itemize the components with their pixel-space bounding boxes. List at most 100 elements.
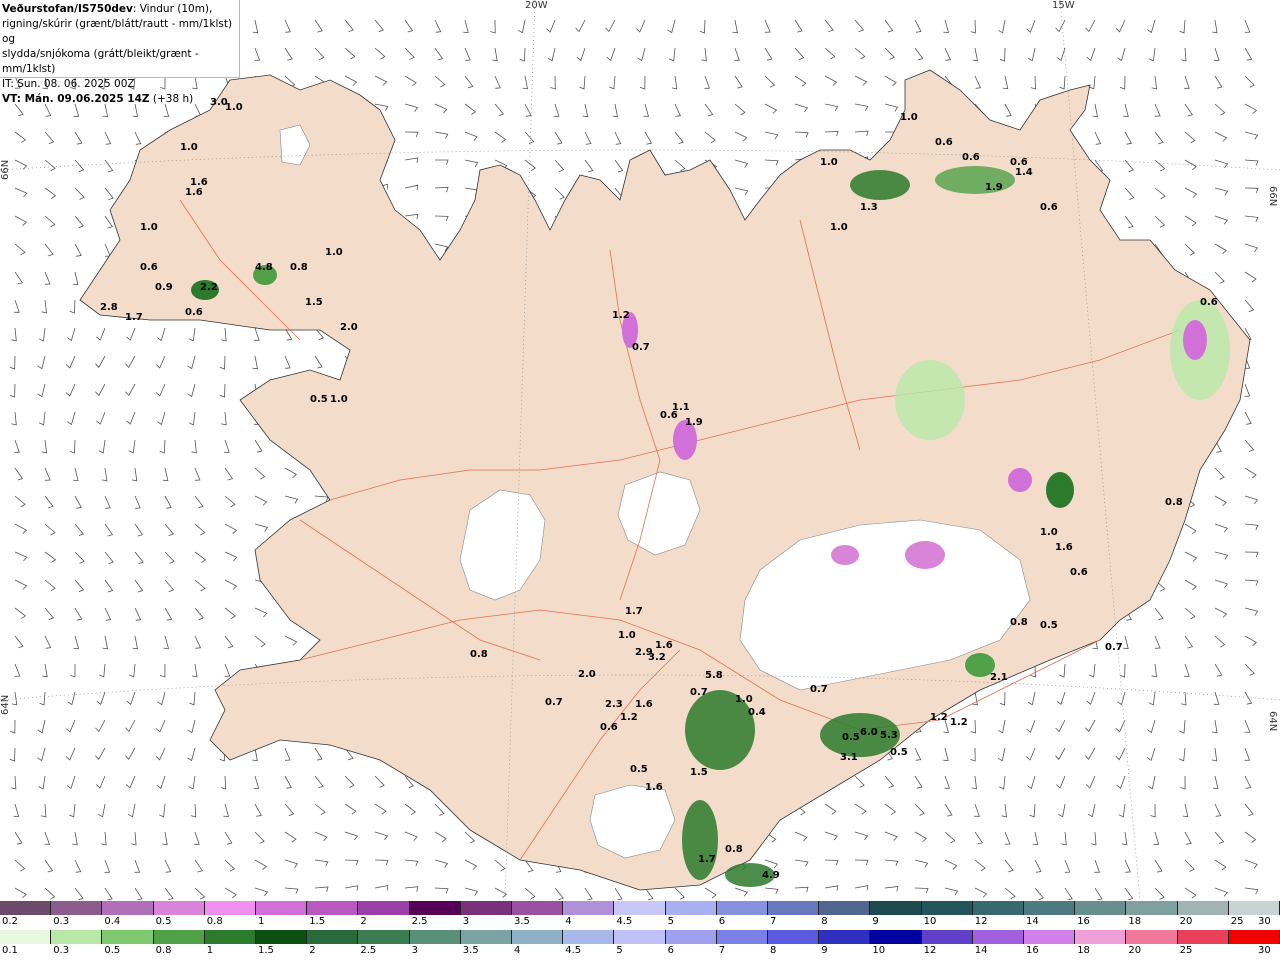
legend-label: 5 bbox=[667, 916, 674, 927]
precip-value-label: 1.0 bbox=[140, 222, 158, 233]
legend-snow-bar bbox=[0, 901, 1280, 915]
precip-value-label: 5.8 bbox=[705, 670, 723, 681]
legend-swatch bbox=[1177, 930, 1229, 944]
legend-swatch bbox=[1075, 901, 1127, 915]
legend-swatch bbox=[460, 901, 513, 915]
legend-label: 30 bbox=[1258, 945, 1271, 956]
init-time: IT: Sun. 08. 06. 2025 00Z bbox=[2, 78, 135, 90]
legend-swatch bbox=[358, 901, 410, 915]
precip-value-label: 2.2 bbox=[200, 282, 218, 293]
precip-value-label: 1.0 bbox=[330, 394, 348, 405]
precip-value-label: 0.8 bbox=[470, 649, 488, 660]
precip-value-label: 1.6 bbox=[185, 187, 203, 198]
lat-label-66n-right: 66N bbox=[1267, 186, 1278, 206]
legend-rain: 0.1 0.3 0.5 0.8 1 1.5 2 2.5 3 3.5 4 4.5 5 6 7 8 9 10 12 14 1… bbox=[0, 930, 1280, 960]
lat-label-64n-left: 64N bbox=[0, 695, 11, 715]
lat-label-64n-right: 64N bbox=[1267, 711, 1278, 731]
precip-value-label: 2.3 bbox=[605, 699, 623, 710]
valid-time: VT: Mán. 09.06.2025 14Z bbox=[2, 93, 150, 105]
legend-label: 0.4 bbox=[104, 916, 121, 927]
legend-label: 4 bbox=[514, 945, 521, 956]
legend-label: 0.3 bbox=[53, 945, 70, 956]
legend-swatch bbox=[716, 930, 769, 944]
precip-value-label: 1.2 bbox=[930, 712, 948, 723]
precip-value-label: 0.8 bbox=[1010, 617, 1028, 628]
precip-value-label: 1.0 bbox=[735, 694, 753, 705]
precip-value-label: 1.0 bbox=[830, 222, 848, 233]
legend-label: 1 bbox=[206, 945, 214, 956]
legend-swatch bbox=[409, 901, 461, 915]
legend-swatch bbox=[153, 930, 205, 944]
precip-value-label: 0.9 bbox=[155, 282, 173, 293]
precip-value-label: 1.0 bbox=[820, 157, 838, 168]
legend-swatch bbox=[1126, 901, 1178, 915]
forecast-hour: (+38 h) bbox=[149, 93, 194, 105]
legend-label: 8 bbox=[770, 945, 777, 956]
precip-value-label: 2.8 bbox=[100, 302, 118, 313]
precip-value-label: 0.8 bbox=[725, 844, 743, 855]
legend-swatch bbox=[1024, 901, 1076, 915]
lon-label-20w: 20W bbox=[525, 0, 548, 11]
legend-label: 0.5 bbox=[104, 945, 121, 956]
legend-rain-labels: 0.1 0.3 0.5 0.8 1 1.5 2 2.5 3 3.5 4 4.5 5 6 7 8 9 10 12 14 1… bbox=[0, 945, 1280, 959]
legend-swatch bbox=[614, 901, 666, 915]
legend-label: 2.5 bbox=[360, 945, 377, 956]
legend-label: 3 bbox=[411, 945, 418, 956]
legend-swatch bbox=[204, 930, 257, 944]
legend-swatch bbox=[153, 901, 205, 915]
precip-value-label: 1.5 bbox=[305, 297, 323, 308]
legend-label: 30 bbox=[1258, 916, 1271, 927]
legend-swatch bbox=[870, 901, 922, 915]
precip-value-label: 0.5 bbox=[1040, 620, 1058, 631]
legend-label: 0.2 bbox=[2, 916, 18, 927]
legend-label: 1.5 bbox=[258, 945, 274, 956]
legend-label: 6 bbox=[718, 916, 726, 927]
legend-swatch bbox=[512, 901, 564, 915]
legend-swatch bbox=[1177, 901, 1229, 915]
precip-value-label: 3.1 bbox=[840, 752, 858, 763]
legend-swatch bbox=[768, 930, 820, 944]
precip-value-label: 0.6 bbox=[600, 722, 618, 733]
legend-label: 3.5 bbox=[462, 945, 479, 956]
precip-value-label: 1.5 bbox=[690, 767, 708, 778]
precip-value-label: 0.6 bbox=[962, 152, 980, 163]
precip-value-label: 2.0 bbox=[578, 669, 596, 680]
legend-label: 18 bbox=[1077, 945, 1090, 956]
precip-value-label: 4.9 bbox=[762, 870, 780, 881]
legend-swatch bbox=[102, 930, 154, 944]
legend-label: 9 bbox=[821, 945, 828, 956]
precip-value-label: 0.8 bbox=[290, 262, 308, 273]
legend-label: 25 bbox=[1230, 916, 1244, 927]
legend-label: 0.3 bbox=[53, 916, 70, 927]
legend-label: 16 bbox=[1026, 945, 1039, 956]
title-line2: rigning/skúrir (grænt/blátt/rautt - mm/1… bbox=[2, 18, 233, 45]
precip-value-label: 1.0 bbox=[900, 112, 918, 123]
legend-swatch bbox=[1075, 930, 1127, 944]
precip-value-label: 0.4 bbox=[748, 707, 766, 718]
legend-swatch bbox=[563, 930, 615, 944]
legend-label: 3.5 bbox=[514, 916, 530, 927]
precip-value-label: 1.6 bbox=[655, 640, 673, 651]
legend-swatch bbox=[665, 930, 717, 944]
legend-swatch bbox=[0, 901, 52, 915]
legend-swatch bbox=[460, 930, 513, 944]
legend-label: 0.1 bbox=[2, 945, 18, 956]
legend-swatch bbox=[870, 930, 922, 944]
precip-value-label: 0.5 bbox=[842, 732, 860, 743]
legend-swatch bbox=[256, 901, 308, 915]
legend-label: 10 bbox=[872, 945, 886, 956]
legend-swatch bbox=[819, 901, 871, 915]
legend-swatch bbox=[358, 930, 410, 944]
title-box: Veðurstofan/IS750dev: Vindur (10m), rign… bbox=[0, 0, 240, 105]
legend-swatch bbox=[512, 930, 564, 944]
legend-swatch bbox=[563, 901, 615, 915]
legend-label: 1.5 bbox=[309, 916, 326, 927]
precip-value-label: 1.7 bbox=[625, 606, 643, 617]
precip-value-label: 0.8 bbox=[1165, 497, 1183, 508]
precip-value-label: 1.6 bbox=[1055, 542, 1073, 553]
legend-swatch bbox=[921, 930, 973, 944]
precip-value-label: 0.7 bbox=[545, 697, 563, 708]
legend-snow-labels: 0.2 0.3 0.4 0.5 0.8 1 1.5 2 2.5 3 3.5 4 4.5 5 6 7 8 9 10 12… bbox=[0, 916, 1280, 930]
legend-label: 2 bbox=[360, 916, 367, 927]
legend-label: 0.5 bbox=[155, 916, 172, 927]
